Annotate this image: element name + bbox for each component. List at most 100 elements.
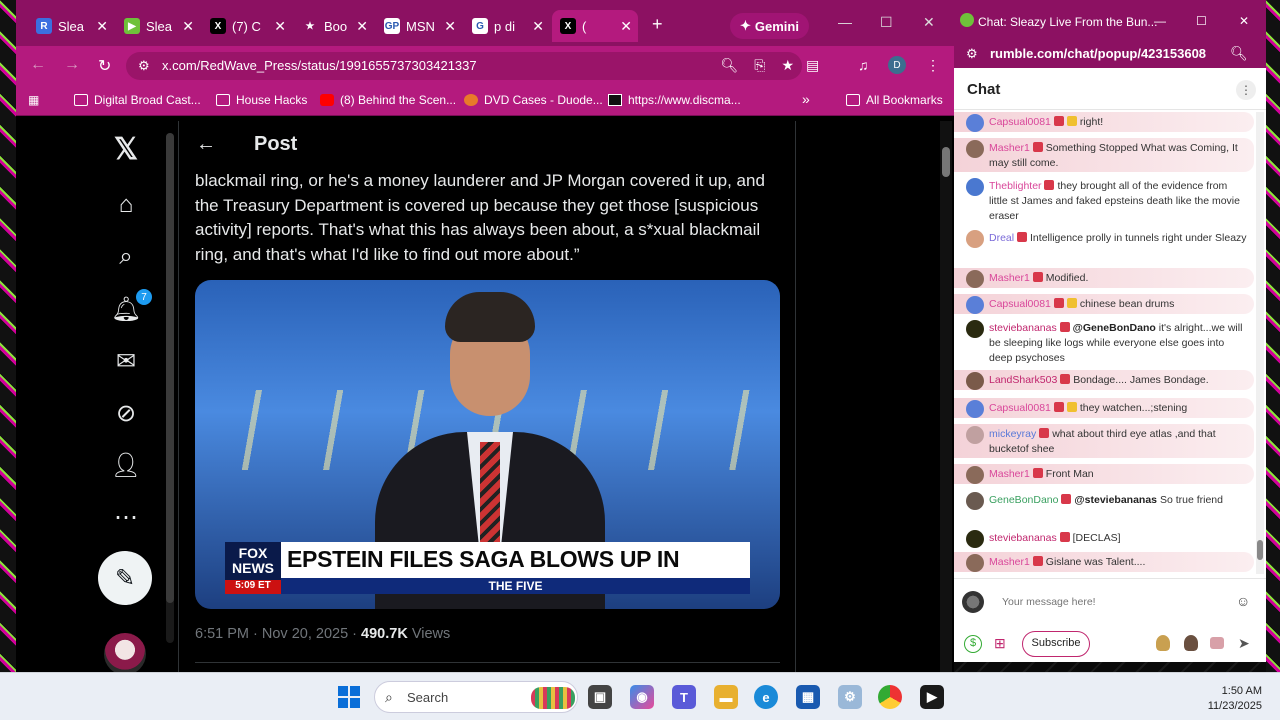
new-tab-button[interactable]: + — [652, 14, 663, 35]
chat-avatar[interactable] — [966, 466, 984, 484]
profile-avatar[interactable]: D — [888, 56, 906, 74]
close-tab-icon[interactable]: ✕ — [620, 18, 632, 35]
chat-username[interactable]: Theblighter — [989, 180, 1042, 192]
system-clock[interactable]: 1:50 AM 11/23/2025 — [1196, 684, 1262, 714]
subscribe-button[interactable]: Subscribe — [1022, 631, 1090, 657]
windows-start-icon[interactable] — [338, 686, 360, 708]
chat-avatar[interactable] — [966, 554, 984, 572]
post-time[interactable]: 6:51 PM · Nov 20, 2025 · — [195, 626, 361, 642]
site-info-icon[interactable]: ⚙ — [966, 46, 978, 62]
chrome-icon[interactable] — [878, 685, 902, 709]
more-icon[interactable]: ⋯ — [108, 499, 144, 535]
close-window-icon[interactable]: ✕ — [1239, 14, 1249, 28]
chat-avatar[interactable] — [966, 230, 984, 248]
chat-avatar[interactable] — [966, 178, 984, 196]
media-control-icon[interactable]: ♫ — [858, 57, 869, 73]
close-tab-icon[interactable]: ✕ — [356, 18, 368, 35]
chat-scrollbar[interactable] — [1256, 112, 1264, 574]
tab-3[interactable]: ★ Boo ✕ — [294, 10, 374, 42]
zoom-icon[interactable]: 🔍︎ — [1230, 45, 1248, 62]
network-app-icon[interactable]: ⚙ — [838, 685, 862, 709]
forward-icon[interactable]: → — [64, 56, 80, 74]
tab-1[interactable]: ▶ Slea ✕ — [116, 10, 200, 42]
chat-menu-icon[interactable]: ⋮ — [1236, 80, 1256, 100]
file-explorer-icon[interactable]: ▬ — [714, 685, 738, 709]
chat-mention[interactable]: @steviebananas — [1074, 494, 1157, 506]
tab-2[interactable]: X (7) C ✕ — [202, 10, 292, 42]
task-view-icon[interactable]: ▣ — [588, 685, 612, 709]
chat-username[interactable]: steviebananas — [989, 322, 1057, 334]
terminal-app-icon[interactable]: ▶ — [920, 685, 944, 709]
emote-icon[interactable] — [1184, 635, 1198, 651]
copilot-icon[interactable]: ◉ — [630, 685, 654, 709]
maximize-icon[interactable]: ☐ — [880, 14, 893, 31]
chat-username[interactable]: LandShark503 — [989, 374, 1057, 386]
x-logo-icon[interactable]: 𝕏 — [108, 131, 144, 167]
teams-icon[interactable]: T — [672, 685, 696, 709]
chat-avatar[interactable] — [966, 400, 984, 418]
bookmark-dvd[interactable]: DVD Cases - Duode... — [464, 93, 603, 107]
close-tab-icon[interactable]: ✕ — [96, 18, 108, 35]
bookmark-folder-0[interactable]: Digital Broad Cast... — [74, 93, 201, 107]
chat-avatar[interactable] — [966, 530, 984, 548]
chat-username[interactable]: Masher1 — [989, 142, 1030, 154]
video-player[interactable]: FOX NEWS 5:09 ET EPSTEIN FILES SAGA BLOWS… — [195, 280, 780, 609]
chat-username[interactable]: Masher1 — [989, 556, 1030, 568]
grok-icon[interactable]: ⊘ — [108, 395, 144, 431]
send-icon[interactable]: ➤ — [1238, 635, 1250, 652]
emoji-icon[interactable]: ☺ — [1236, 593, 1250, 609]
back-arrow-icon[interactable]: ← — [196, 133, 216, 156]
close-tab-icon[interactable]: ✕ — [444, 18, 456, 35]
chat-username[interactable]: Dreal — [989, 232, 1014, 244]
chat-username[interactable]: steviebananas — [989, 532, 1057, 544]
bookmark-folder-1[interactable]: House Hacks — [216, 93, 307, 107]
chat-message-input[interactable] — [992, 589, 1254, 615]
close-tab-icon[interactable]: ✕ — [532, 18, 544, 35]
chat-avatar[interactable] — [966, 372, 984, 390]
gemini-button[interactable]: ✦ Gemini — [730, 13, 809, 39]
profile-icon[interactable]: 👤︎ — [108, 447, 144, 483]
chat-avatar[interactable] — [966, 140, 984, 158]
site-info-icon[interactable]: ⚙ — [138, 58, 150, 74]
bookmark-discma[interactable]: https://www.discma... — [608, 93, 741, 107]
install-app-icon[interactable]: ⎘ — [754, 57, 765, 74]
close-tab-icon[interactable]: ✕ — [274, 18, 286, 35]
zoom-icon[interactable]: 🔍︎ — [720, 57, 738, 74]
emote-icon[interactable] — [1210, 637, 1224, 649]
home-icon[interactable]: ⌂ — [108, 187, 144, 223]
bookmark-youtube[interactable]: (8) Behind the Scen... — [320, 93, 456, 107]
compose-post-button[interactable]: ✎ — [98, 551, 152, 605]
chat-mention[interactable]: @GeneBonDano — [1073, 322, 1156, 334]
back-icon[interactable]: ← — [30, 56, 46, 74]
minimize-icon[interactable]: — — [838, 14, 852, 30]
taskbar-search[interactable]: ⌕ Search — [374, 681, 578, 713]
sidebar-scrollbar[interactable] — [166, 133, 174, 643]
close-tab-icon[interactable]: ✕ — [182, 18, 194, 35]
close-window-icon[interactable]: ✕ — [923, 14, 935, 31]
chat-username[interactable]: Capsual0081 — [989, 402, 1051, 414]
apps-grid-icon[interactable]: ▦ — [28, 93, 39, 107]
bookmark-star-icon[interactable]: ★ — [781, 57, 794, 74]
tab-5[interactable]: Gp di ✕ — [464, 10, 550, 42]
chat-username[interactable]: Masher1 — [989, 468, 1030, 480]
chat-avatar[interactable] — [966, 320, 984, 338]
reload-icon[interactable]: ↻ — [98, 56, 111, 76]
chat-avatar[interactable] — [966, 492, 984, 510]
reading-mode-icon[interactable]: ▤ — [806, 57, 819, 74]
url-box[interactable]: ⚙ x.com/RedWave_Press/status/19916557373… — [126, 52, 802, 80]
search-icon[interactable]: ⌕ — [108, 239, 144, 275]
tab-0[interactable]: R Slea ✕ — [28, 10, 114, 42]
chat-avatar[interactable] — [966, 296, 984, 314]
messages-icon[interactable]: ✉ — [108, 343, 144, 379]
chat-avatar[interactable] — [966, 426, 984, 444]
account-avatar[interactable] — [104, 633, 146, 672]
chat-username[interactable]: Capsual0081 — [989, 298, 1051, 310]
menu-kebab-icon[interactable]: ⋮ — [926, 57, 940, 74]
edge-icon[interactable]: e — [754, 685, 778, 709]
chat-username[interactable]: GeneBonDano — [989, 494, 1058, 506]
emote-icon[interactable] — [1156, 635, 1170, 651]
rant-dollar-icon[interactable]: $ — [964, 635, 982, 653]
maximize-icon[interactable]: ☐ — [1196, 14, 1207, 28]
chat-url[interactable]: rumble.com/chat/popup/423153608 — [990, 46, 1206, 61]
chat-avatar[interactable] — [966, 270, 984, 288]
